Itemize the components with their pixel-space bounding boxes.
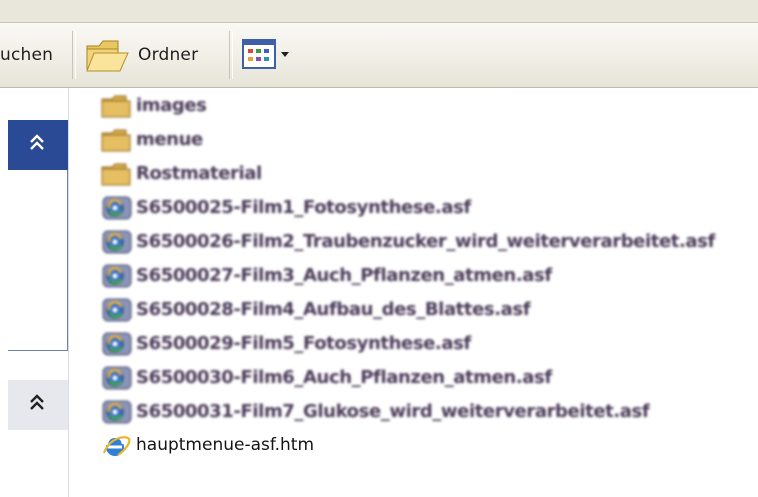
file-item[interactable]: S6500030-Film6_Auch_Pflanzen_atmen.asf (100, 360, 700, 394)
folders-button-label[interactable]: Ordner (138, 45, 198, 65)
file-item[interactable]: S6500025-Film1_Fotosynthese.asf (100, 190, 700, 224)
file-name[interactable]: S6500031-Film7_Glukose_wird_weiterverarb… (136, 401, 650, 422)
toolbar: uchen Ordner (0, 23, 758, 88)
window-top-band (0, 0, 758, 23)
file-item[interactable]: S6500026-Film2_Traubenzucker_wird_weiter… (100, 224, 715, 258)
file-item[interactable]: S6500029-Film5_Fotosynthese.asf (100, 326, 700, 360)
file-name[interactable]: hauptmenue-asf.htm (136, 435, 314, 455)
toolbar-separator (229, 31, 233, 79)
file-name[interactable]: S6500029-Film5_Fotosynthese.asf (136, 333, 471, 354)
file-name[interactable]: images (136, 95, 207, 116)
file-list: images menue Rostmaterial S6500025-Film1_Fo… (100, 88, 715, 462)
media-file-icon[interactable] (100, 365, 134, 391)
html-file-icon[interactable] (100, 433, 134, 459)
folder-icon[interactable] (100, 93, 134, 119)
folder-icon[interactable] (100, 127, 134, 153)
file-name[interactable]: menue (136, 129, 203, 150)
file-name[interactable]: Rostmaterial (136, 163, 262, 184)
media-file-icon[interactable] (100, 297, 134, 323)
file-item[interactable]: S6500031-Film7_Glukose_wird_weiterverarb… (100, 394, 700, 428)
file-name[interactable]: S6500027-Film3_Auch_Pflanzen_atmen.asf (136, 265, 552, 286)
views-icon[interactable] (241, 37, 291, 71)
views-button[interactable] (241, 37, 293, 71)
file-name[interactable]: S6500026-Film2_Traubenzucker_wird_weiter… (136, 231, 715, 252)
file-name[interactable]: S6500030-Film6_Auch_Pflanzen_atmen.asf (136, 367, 552, 388)
folder-item[interactable]: images (100, 88, 700, 122)
toolbar-separator (72, 31, 76, 79)
folder-item[interactable]: Rostmaterial (100, 156, 700, 190)
task-pane (0, 88, 69, 497)
media-file-icon[interactable] (100, 195, 134, 221)
details-panel-header[interactable] (8, 380, 68, 430)
media-file-icon[interactable] (100, 229, 134, 255)
search-button-label[interactable]: uchen (0, 45, 53, 65)
collapse-chevron-icon[interactable] (25, 388, 49, 420)
media-file-icon[interactable] (100, 331, 134, 357)
task-panel-header[interactable] (8, 120, 68, 170)
file-item[interactable]: S6500027-Film3_Auch_Pflanzen_atmen.asf (100, 258, 700, 292)
media-file-icon[interactable] (100, 263, 134, 289)
file-name[interactable]: S6500028-Film4_Aufbau_des_Blattes.asf (136, 299, 531, 320)
folder-item[interactable]: menue (100, 122, 700, 156)
file-name[interactable]: S6500025-Film1_Fotosynthese.asf (136, 197, 471, 218)
task-panel-body (8, 170, 68, 351)
file-item[interactable]: hauptmenue-asf.htm (100, 428, 700, 462)
collapse-chevron-icon[interactable] (25, 128, 49, 160)
media-file-icon[interactable] (100, 399, 134, 425)
folders-icon[interactable] (84, 35, 132, 75)
folder-icon[interactable] (100, 161, 134, 187)
file-item[interactable]: S6500028-Film4_Aufbau_des_Blattes.asf (100, 292, 700, 326)
